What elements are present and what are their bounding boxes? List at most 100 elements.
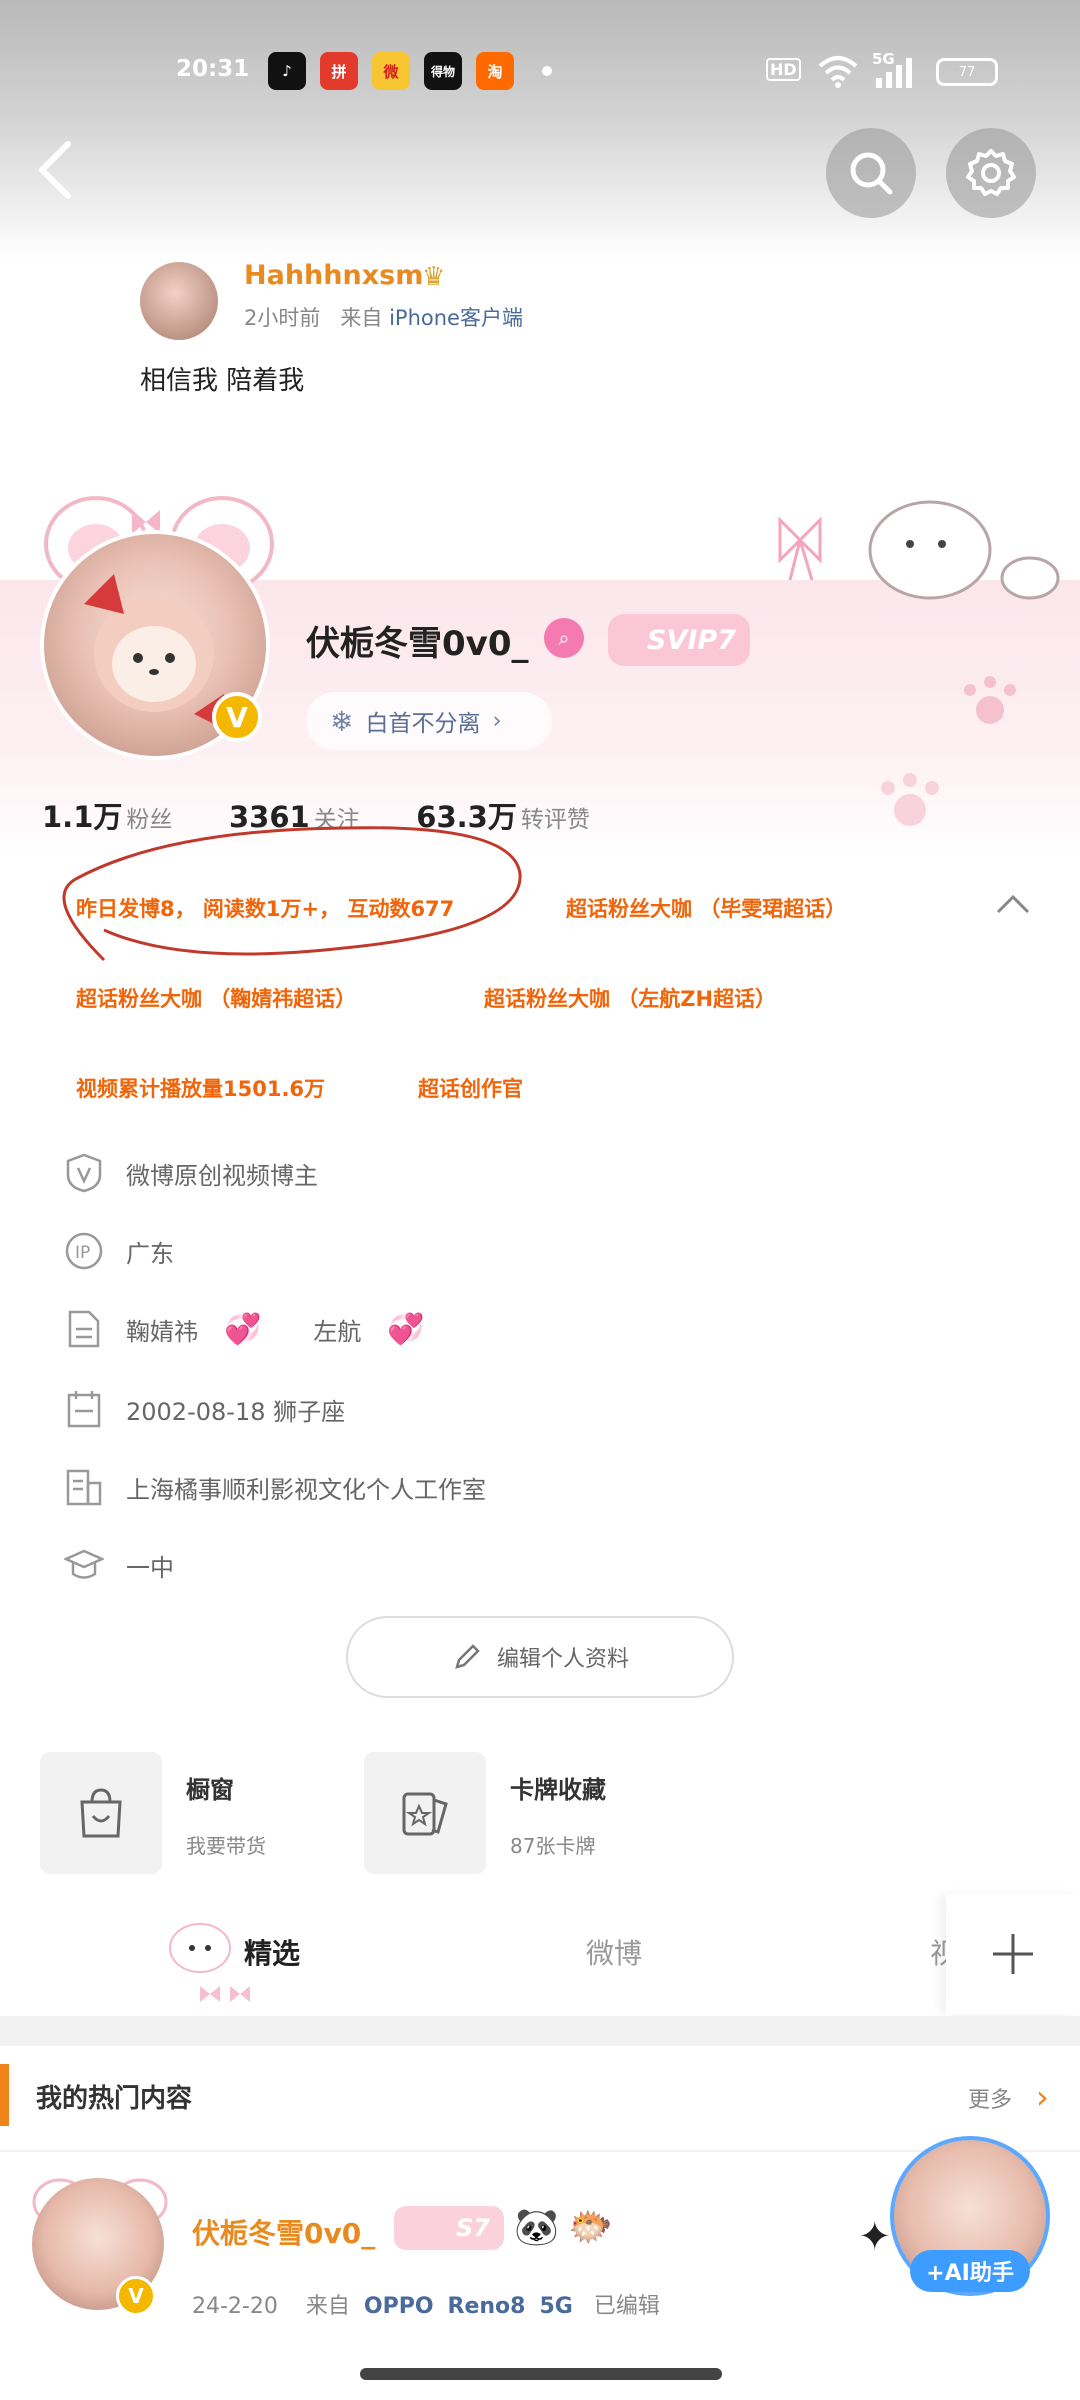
search-icon bbox=[850, 152, 893, 195]
card-collection-card[interactable] bbox=[364, 1752, 486, 1874]
card-collection-sub[interactable]: 87张卡牌 bbox=[510, 1830, 595, 1859]
feed-from: 来自 bbox=[305, 2294, 350, 2319]
edit-profile-button[interactable]: 编辑个人资料 bbox=[346, 1616, 734, 1698]
chevron-up-icon[interactable] bbox=[996, 894, 1030, 914]
fan-group-pill[interactable]: ❄ 白首不分离 › bbox=[306, 692, 552, 750]
pufferfish-icon: 🐡 bbox=[568, 2207, 613, 2248]
chevron-right-icon: › bbox=[492, 708, 502, 734]
feed-date: 24-2-20 bbox=[192, 2294, 278, 2319]
feed-svip-badge[interactable]: S7 bbox=[394, 2206, 504, 2250]
hot-content-title: 我的热门内容 bbox=[36, 2084, 193, 2114]
douyin-app-icon: ♪ bbox=[268, 52, 306, 90]
post-from-prefix: 来自 bbox=[340, 306, 383, 330]
info-like-1: 鞠婧祎 bbox=[126, 1317, 198, 1346]
info-row-company: 上海橘事顺利影视文化个人工作室 bbox=[64, 1464, 486, 1510]
post-text: 相信我 陪着我 bbox=[140, 366, 305, 396]
heart-icon: 💞 bbox=[224, 1311, 262, 1347]
shop-window-card[interactable] bbox=[40, 1752, 162, 1874]
hd-icon: HD bbox=[766, 58, 801, 81]
more-notifications-dot bbox=[542, 66, 552, 76]
feed-meta: 24-2-20 来自 OPPO Reno8 5G 已编辑 bbox=[192, 2288, 660, 2320]
search-button[interactable] bbox=[826, 128, 916, 218]
card-star-icon bbox=[402, 1792, 448, 1836]
tag-video-plays[interactable]: 视频累计播放量1501.6万 bbox=[76, 1073, 325, 1103]
crown-icon: ♛ bbox=[422, 262, 446, 292]
tag-supertopic-1[interactable]: 超话粉丝大咖 （毕雯珺超话） bbox=[566, 893, 846, 923]
taobao-app-icon: 淘 bbox=[476, 52, 514, 90]
decoration-paw-icon bbox=[881, 773, 939, 826]
info-company-text: 上海橘事顺利影视文化个人工作室 bbox=[126, 1475, 486, 1504]
calendar-icon bbox=[64, 1389, 104, 1429]
fan-group-label: 白首不分离 bbox=[365, 711, 481, 737]
feed-author-name[interactable]: 伏栀冬雪0v0_ bbox=[192, 2212, 375, 2252]
info-row-ip: IP 广东 bbox=[64, 1228, 174, 1274]
post-time: 2小时前 bbox=[244, 306, 321, 330]
info-school-text: 一中 bbox=[126, 1553, 174, 1582]
svip-badge[interactable]: SVIP7 bbox=[608, 614, 750, 666]
name-search-icon[interactable]: ⌕ bbox=[544, 618, 584, 658]
ai-assistant-button[interactable]: +AI助手 bbox=[910, 2250, 1030, 2292]
signal-icon bbox=[876, 58, 912, 88]
svg-text:IP: IP bbox=[75, 1243, 90, 1263]
info-row-birthday: 2002-08-18 狮子座 bbox=[64, 1386, 345, 1432]
shield-v-icon bbox=[64, 1153, 104, 1193]
post-author-avatar[interactable] bbox=[140, 262, 218, 340]
chevron-right-icon[interactable]: › bbox=[1036, 2078, 1049, 2116]
building-icon bbox=[64, 1467, 104, 1507]
info-ip-text: 广东 bbox=[126, 1239, 174, 1268]
tag-daily-stats[interactable]: 昨日发博8， 阅读数1万+， 互动数677 bbox=[76, 893, 454, 923]
feed-device-1: OPPO bbox=[363, 2294, 434, 2319]
likes-label[interactable]: 转评赞 bbox=[521, 807, 590, 833]
hot-accent-bar bbox=[0, 2064, 9, 2126]
ip-icon: IP bbox=[64, 1231, 104, 1271]
shop-window-sub[interactable]: 我要带货 bbox=[186, 1830, 266, 1859]
tab-featured[interactable]: 精选 bbox=[244, 1932, 300, 1972]
post-client: iPhone客户端 bbox=[389, 306, 523, 330]
document-icon bbox=[64, 1309, 104, 1349]
info-creator-text: 微博原创视频博主 bbox=[126, 1161, 318, 1190]
plus-icon bbox=[993, 1934, 1033, 1974]
wifi-icon bbox=[818, 56, 858, 88]
info-row-creator: 微博原创视频博主 bbox=[64, 1150, 318, 1196]
section-divider bbox=[0, 2016, 1080, 2046]
info-row-school: 一中 bbox=[64, 1542, 174, 1588]
divider-line bbox=[0, 2150, 1080, 2152]
sparkle-icon: ✦ bbox=[858, 2214, 892, 2260]
graduation-cap-icon bbox=[64, 1545, 104, 1585]
card-collection-title[interactable]: 卡牌收藏 bbox=[510, 1770, 606, 1805]
decoration-bow-icon bbox=[778, 500, 1060, 600]
pencil-icon bbox=[455, 1644, 480, 1669]
battery-indicator: 77 bbox=[936, 58, 998, 86]
info-row-likes: 鞠婧祎 💞 左航 💞 bbox=[64, 1306, 455, 1352]
verified-badge: V bbox=[212, 692, 262, 742]
add-tab-button[interactable] bbox=[946, 1894, 1080, 2014]
pinduoduo-app-icon: 拼 bbox=[320, 52, 358, 90]
dewu-app-icon: 得物 bbox=[424, 52, 462, 90]
snowflake-icon: ❄ bbox=[330, 704, 354, 738]
settings-button[interactable] bbox=[946, 128, 1036, 218]
shopping-bag-icon bbox=[80, 1788, 122, 1838]
home-indicator[interactable] bbox=[360, 2368, 722, 2380]
post-author-name[interactable]: Hahhhnxsm bbox=[244, 260, 423, 291]
shop-window-title[interactable]: 橱窗 bbox=[186, 1770, 234, 1805]
post-meta: 2小时前 来自 iPhone客户端 bbox=[244, 302, 523, 332]
more-link[interactable]: 更多 bbox=[968, 2082, 1012, 2114]
tag-supertopic-3[interactable]: 超话粉丝大咖 （左航ZH超话） bbox=[484, 983, 776, 1013]
tag-creator[interactable]: 超话创作官 bbox=[418, 1073, 523, 1103]
profile-name: 伏栀冬雪0v0_ bbox=[306, 624, 529, 664]
top-gradient bbox=[0, 0, 1080, 260]
tag-supertopic-2[interactable]: 超话粉丝大咖 （鞠婧祎超话） bbox=[76, 983, 356, 1013]
tab-weibo[interactable]: 微博 bbox=[586, 1932, 642, 1972]
gear-icon bbox=[966, 149, 1016, 196]
weibo-app-icon: 微 bbox=[372, 52, 410, 90]
feed-verified-badge: V bbox=[116, 2276, 156, 2316]
feed-edited: 已编辑 bbox=[593, 2294, 660, 2319]
feed-device-3: 5G bbox=[539, 2294, 573, 2319]
info-birthday-text: 2002-08-18 狮子座 bbox=[126, 1397, 346, 1426]
back-arrow-icon[interactable] bbox=[36, 140, 76, 200]
heart-icon: 💞 bbox=[387, 1311, 425, 1347]
panda-icon: 🐼 bbox=[514, 2207, 559, 2248]
status-time: 20:31 bbox=[176, 56, 250, 82]
edit-profile-label: 编辑个人资料 bbox=[496, 1647, 629, 1672]
info-like-2: 左航 bbox=[313, 1317, 362, 1346]
